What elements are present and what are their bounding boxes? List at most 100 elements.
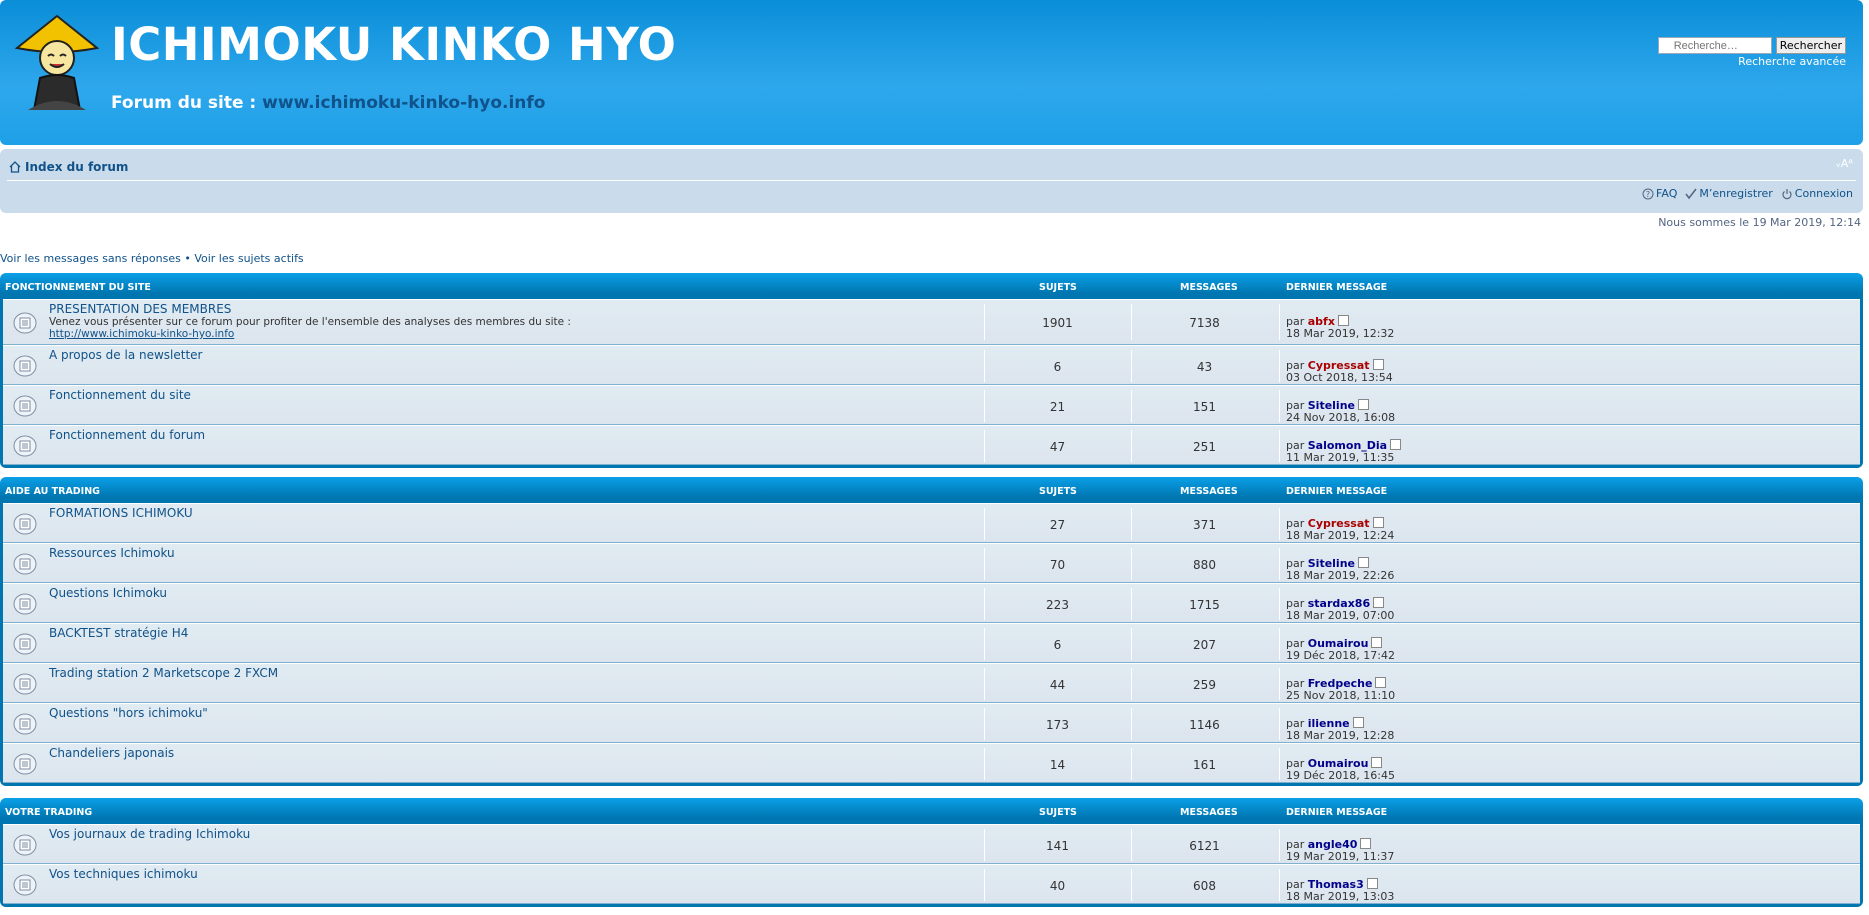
- topics-count: 70: [984, 548, 1130, 580]
- forum-title-link[interactable]: Trading station 2 Marketscope 2 FXCM: [49, 666, 278, 680]
- category-title[interactable]: VOTRE TRADING: [5, 807, 92, 818]
- view-latest-post-icon[interactable]: [1366, 878, 1378, 889]
- topics-column-header: SUJETS: [1039, 807, 1077, 818]
- navbar: Index du forum ᵥAᴬ ? FAQ M’enregistrer C…: [0, 149, 1863, 213]
- view-latest-post-icon[interactable]: [1390, 439, 1402, 450]
- breadcrumb[interactable]: Index du forum: [9, 160, 128, 174]
- forum-row: BACKTEST stratégie H4 6 207 par Oumairou 19 …: [3, 623, 1860, 663]
- quick-links-separator: •: [180, 252, 195, 265]
- category-header: VOTRE TRADING SUJETS MESSAGES DERNIER MESSA…: [3, 798, 1860, 824]
- site-url-link[interactable]: www.ichimoku-kinko-hyo.info: [262, 93, 545, 113]
- last-post-column-header: DERNIER MESSAGE: [1286, 486, 1388, 497]
- posts-count: 207: [1131, 628, 1277, 660]
- active-topics-link[interactable]: Voir les sujets actifs: [194, 252, 303, 265]
- posts-count: 608: [1131, 869, 1277, 901]
- forum-title-link[interactable]: BACKTEST stratégie H4: [49, 626, 188, 640]
- site-title[interactable]: ICHIMOKU KINKO HYO: [111, 18, 676, 71]
- category-header: FONCTIONNEMENT DU SITE SUJETS MESSAGES DERN…: [3, 273, 1860, 299]
- view-latest-post-icon[interactable]: [1360, 838, 1372, 849]
- last-post-date: 19 Déc 2018, 17:42: [1286, 649, 1395, 662]
- last-post-date: 18 Mar 2019, 22:26: [1286, 569, 1395, 582]
- forum-title-link[interactable]: Vos journaux de trading Ichimoku: [49, 827, 250, 841]
- view-latest-post-icon[interactable]: [1337, 315, 1349, 326]
- forum-title-link[interactable]: Questions Ichimoku: [49, 586, 167, 600]
- category-title[interactable]: AIDE AU TRADING: [5, 486, 100, 497]
- last-post-date: 18 Mar 2019, 12:28: [1286, 729, 1395, 742]
- posts-count: 880: [1131, 548, 1277, 580]
- last-post-divider: [1279, 869, 1280, 901]
- faq-link[interactable]: ? FAQ: [1642, 187, 1677, 200]
- topics-column-header: SUJETS: [1039, 486, 1077, 497]
- topics-count: 6: [984, 628, 1130, 660]
- view-latest-post-icon[interactable]: [1375, 677, 1387, 688]
- forum-title-link[interactable]: A propos de la newsletter: [49, 348, 203, 362]
- forum-title-link[interactable]: Vos techniques ichimoku: [49, 867, 198, 881]
- posts-column-header: MESSAGES: [1180, 807, 1238, 818]
- posts-count: 251: [1131, 430, 1277, 462]
- view-latest-post-icon[interactable]: [1358, 399, 1369, 410]
- view-latest-post-icon[interactable]: [1372, 359, 1384, 370]
- navbar-divider: [7, 180, 1856, 181]
- topics-count: 14: [984, 748, 1130, 780]
- index-link[interactable]: Index du forum: [25, 160, 128, 174]
- view-latest-post-icon[interactable]: [1372, 517, 1384, 528]
- view-latest-post-icon[interactable]: [1358, 557, 1369, 568]
- quick-links: Voir les messages sans réponses • Voir l…: [0, 252, 304, 265]
- forum-category: FONCTIONNEMENT DU SITE SUJETS MESSAGES DERN…: [0, 273, 1863, 468]
- topics-count: 1901: [984, 304, 1130, 340]
- search-input[interactable]: [1657, 37, 1772, 54]
- last-post: par Siteline 18 Mar 2019, 22:26: [1286, 557, 1394, 582]
- last-post: par Oumairou 19 Déc 2018, 16:45: [1286, 757, 1395, 782]
- last-post-date: 19 Déc 2018, 16:45: [1286, 769, 1395, 782]
- last-post-date: 19 Mar 2019, 11:37: [1286, 850, 1395, 863]
- forum-read-icon: [13, 395, 37, 417]
- posts-count: 161: [1131, 748, 1277, 780]
- last-post: par Fredpeche 25 Nov 2018, 11:10: [1286, 677, 1395, 702]
- forum-row: Questions "hors ichimoku" 173 1146 par ilie…: [3, 703, 1860, 743]
- forum-title-link[interactable]: Ressources Ichimoku: [49, 546, 175, 560]
- svg-text:?: ?: [1646, 190, 1650, 199]
- forum-description-link[interactable]: http://www.ichimoku-kinko-hyo.info: [49, 328, 234, 340]
- forum-title-link[interactable]: Chandeliers japonais: [49, 746, 174, 760]
- last-post: par Cypressat 18 Mar 2019, 12:24: [1286, 517, 1394, 542]
- posts-count: 259: [1131, 668, 1277, 700]
- posts-count: 151: [1131, 390, 1277, 422]
- forum-row: Chandeliers japonais 14 161 par Oumairou 19 …: [3, 743, 1860, 783]
- forum-row: Fonctionnement du forum 47 251 par Salomon_…: [3, 425, 1860, 465]
- forum-description-text: Venez vous présenter sur ce forum pour p…: [49, 316, 571, 328]
- view-latest-post-icon[interactable]: [1373, 597, 1385, 608]
- forum-title-link[interactable]: FORMATIONS ICHIMOKU: [49, 506, 193, 520]
- forum-read-icon: [13, 312, 37, 334]
- forum-title-link[interactable]: Questions "hors ichimoku": [49, 706, 208, 720]
- register-label: M’enregistrer: [1699, 187, 1773, 200]
- font-size-control[interactable]: ᵥAᴬ: [1836, 157, 1853, 170]
- current-date: Nous sommes le 19 Mar 2019, 12:14: [1658, 216, 1861, 229]
- advanced-search-link[interactable]: Recherche avancée: [1738, 55, 1846, 68]
- unanswered-posts-link[interactable]: Voir les messages sans réponses: [0, 252, 181, 265]
- forum-read-icon: [13, 355, 37, 377]
- forum-title-link[interactable]: Fonctionnement du site: [49, 388, 191, 402]
- view-latest-post-icon[interactable]: [1371, 637, 1383, 648]
- view-latest-post-icon[interactable]: [1352, 717, 1364, 728]
- topics-column-header: SUJETS: [1039, 282, 1077, 293]
- view-latest-post-icon[interactable]: [1371, 757, 1383, 768]
- posts-count: 1715: [1131, 588, 1277, 620]
- category-title[interactable]: FONCTIONNEMENT DU SITE: [5, 282, 151, 293]
- site-logo[interactable]: [12, 14, 102, 110]
- posts-count: 371: [1131, 508, 1277, 540]
- topics-count: 21: [984, 390, 1130, 422]
- last-post-date: 03 Oct 2018, 13:54: [1286, 371, 1393, 384]
- forum-read-icon: [13, 753, 37, 775]
- login-link[interactable]: Connexion: [1781, 187, 1853, 200]
- register-icon: [1685, 188, 1697, 199]
- topics-count: 27: [984, 508, 1130, 540]
- forum-title-link[interactable]: PRESENTATION DES MEMBRES: [49, 302, 231, 316]
- search-box: Rechercher: [1657, 37, 1846, 54]
- register-link[interactable]: M’enregistrer: [1685, 187, 1773, 200]
- last-post: par stardax86 18 Mar 2019, 07:00: [1286, 597, 1394, 622]
- faq-label: FAQ: [1656, 187, 1678, 200]
- last-post: par Oumairou 19 Déc 2018, 17:42: [1286, 637, 1395, 662]
- search-button[interactable]: Rechercher: [1775, 37, 1846, 54]
- forum-read-icon: [13, 633, 37, 655]
- forum-title-link[interactable]: Fonctionnement du forum: [49, 428, 205, 442]
